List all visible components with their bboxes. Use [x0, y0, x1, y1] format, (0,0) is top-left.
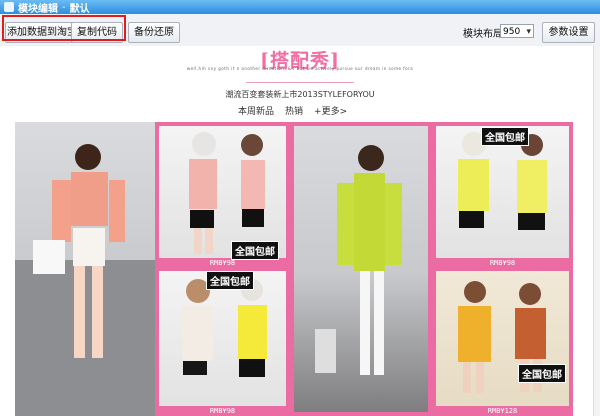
product-tile-5[interactable]: 全国包邮 RMB¥98 [432, 122, 573, 267]
product-photo-1 [15, 122, 155, 416]
brand-divider [246, 82, 354, 83]
product-tile-2[interactable]: 全国包邮 RMB¥98 [155, 122, 290, 267]
product-photo-6 [436, 271, 569, 406]
category-nav: 本周新品 热销 +更多> [238, 104, 347, 117]
title-separator: - [62, 1, 66, 13]
preview-area: [搭配秀] well,hih sny goth it n another dir… [0, 46, 600, 416]
nav-more[interactable]: +更多> [314, 104, 347, 117]
price-label-6: RMB¥128 [487, 407, 518, 415]
app-icon [4, 2, 14, 12]
product-tile-4[interactable] [290, 122, 432, 416]
slogan-text: 潮流百变套装新上市2013STYLEFORYOU [225, 90, 375, 99]
nav-hot-sale[interactable]: 热销 [285, 104, 303, 117]
brand-subtitle: well,hih sny goth it n another direction… [186, 66, 414, 71]
window-subtitle: 默认 [69, 3, 90, 15]
product-photo-2-illustration [189, 132, 265, 254]
free-shipping-badge-2: 全国包邮 [231, 241, 279, 260]
product-photo-3 [159, 271, 286, 406]
title-bar: 模块编辑 - 默认 [0, 0, 600, 15]
product-photo-6-illustration [458, 281, 546, 393]
product-photo-1-illustration [15, 144, 155, 416]
product-photo-4-illustration [315, 145, 402, 375]
product-tile-1[interactable] [15, 122, 155, 416]
nav-new-arrivals[interactable]: 本周新品 [238, 104, 274, 117]
layout-select[interactable]: 950 [500, 24, 534, 39]
price-label-2: RMB¥98 [209, 259, 236, 267]
copy-code-button[interactable]: 复制代码 [71, 22, 123, 43]
backup-restore-button[interactable]: 备份还原 [128, 22, 180, 43]
free-shipping-badge-3: 全国包邮 [206, 271, 254, 290]
product-tile-6[interactable]: 全国包邮 RMB¥128 [432, 267, 573, 416]
product-photo-4 [294, 126, 428, 412]
product-grid: 全国包邮 RMB¥98 全国包邮 RMB¥98 全国包邮 RMB¥98 全国包邮… [15, 122, 573, 416]
price-label-3: RMB¥98 [209, 407, 236, 415]
vertical-scrollbar[interactable] [593, 46, 600, 416]
price-label-5: RMB¥98 [489, 259, 516, 267]
params-settings-button[interactable]: 参数设置 [542, 22, 595, 43]
product-tile-3[interactable]: 全国包邮 RMB¥98 [155, 267, 290, 416]
free-shipping-badge-6: 全国包邮 [518, 364, 566, 383]
add-to-taobao-button[interactable]: 添加数据到淘宝 [5, 22, 79, 43]
product-photo-2 [159, 126, 286, 258]
product-photo-3-illustration [182, 279, 267, 377]
window-title: 模块编辑 [18, 3, 58, 15]
free-shipping-badge-5: 全国包邮 [481, 127, 529, 146]
